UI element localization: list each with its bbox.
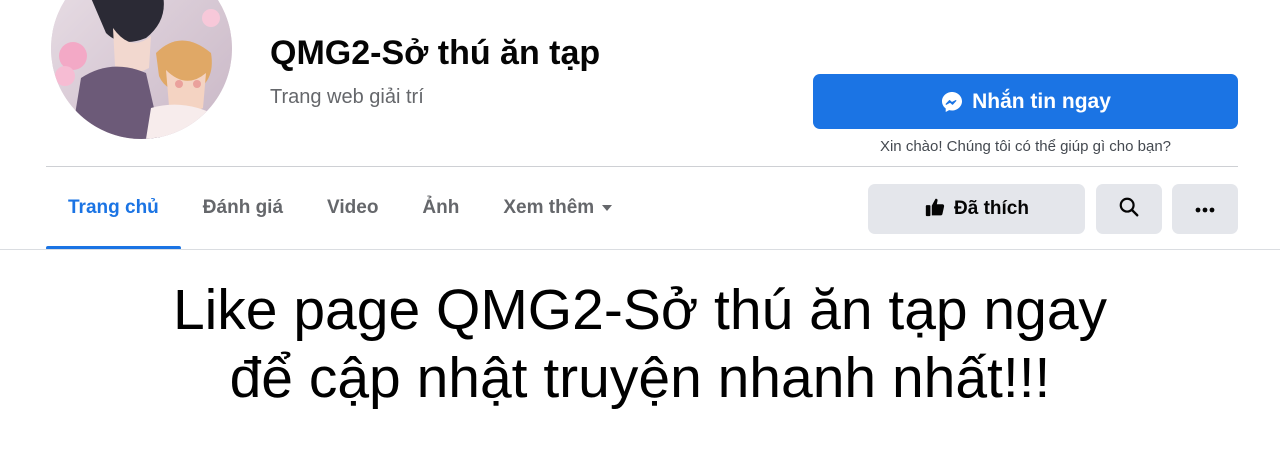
greeting-text: Xin chào! Chúng tôi có thể giúp gì cho b… [879,138,1172,155]
promo-banner: Like page QMG2-Sở thú ăn tạp ngay để cập… [0,276,1280,412]
send-message-label: Nhắn tin ngay [972,89,1111,113]
tab-label: Video [327,197,379,218]
header-divider [46,166,1238,167]
liked-label: Đã thích [954,198,1029,219]
avatar-illustration [51,0,232,139]
more-icon [1194,200,1216,218]
liked-button[interactable]: Đã thích [868,184,1085,234]
page-avatar[interactable] [51,0,232,139]
tab-label: Trang chủ [68,197,159,218]
facebook-page-header: QMG2-Sở thú ăn tạp Trang web giải trí Nh… [0,0,1280,451]
caret-down-icon [602,205,613,211]
tab-label: Xem thêm [503,197,595,218]
page-tabs: Trang chủ Đánh giá Video Ảnh Xem thêm [46,168,634,250]
tab-videos[interactable]: Video [305,168,400,248]
tab-reviews[interactable]: Đánh giá [181,168,305,248]
messenger-icon [940,90,964,114]
search-button[interactable] [1096,184,1162,234]
search-icon [1118,196,1140,223]
tab-home[interactable]: Trang chủ [46,168,181,250]
tab-photos[interactable]: Ảnh [400,168,481,248]
send-message-button[interactable]: Nhắn tin ngay [813,74,1238,129]
banner-line-2: để cập nhật truyện nhanh nhất!!! [229,346,1051,410]
more-options-button[interactable] [1172,184,1238,234]
tabs-bottom-border [0,249,1280,250]
banner-line-1: Like page QMG2-Sở thú ăn tạp ngay [172,278,1108,342]
page-title[interactable]: QMG2-Sở thú ăn tạp [270,34,600,73]
tab-label: Ảnh [422,197,460,218]
tab-label: Đánh giá [202,197,284,218]
thumbs-up-icon [924,196,946,223]
page-category: Trang web giải trí [270,86,424,108]
tab-more[interactable]: Xem thêm [481,168,634,248]
